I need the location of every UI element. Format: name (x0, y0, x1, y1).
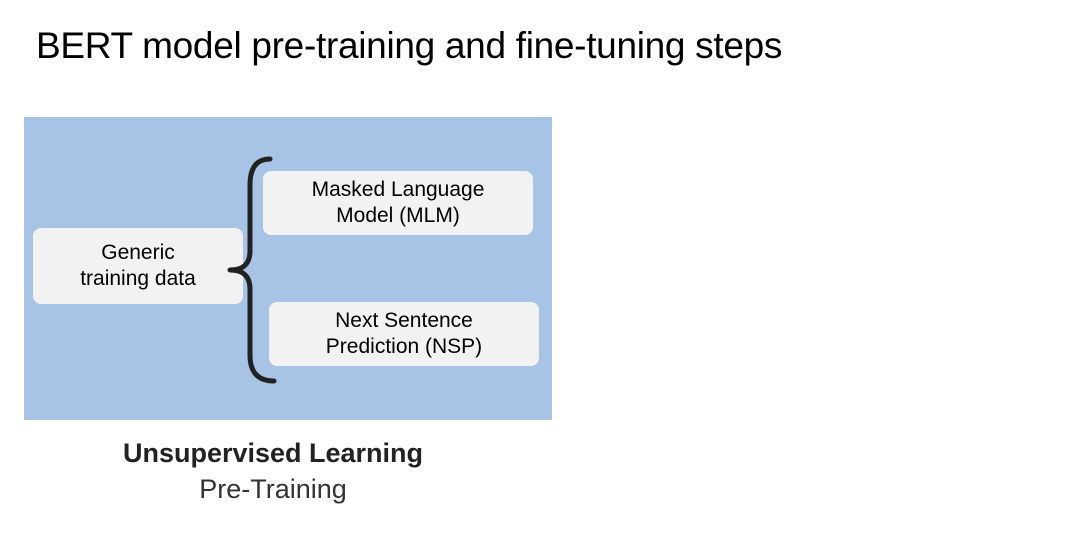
generic-box-line-1: Generic (101, 241, 175, 264)
generic-box-line-2: training data (80, 267, 196, 290)
nsp-line-2: Prediction (NSP) (325, 335, 483, 358)
caption-subheading: Pre-Training (199, 474, 347, 504)
mlm-task-box: Masked Language Model (MLM) (263, 171, 533, 235)
page-title: BERT model pre-training and fine-tuning … (36, 25, 783, 66)
generic-training-data-box: Generic training data (33, 228, 243, 304)
mlm-line-1: Masked Language (311, 178, 485, 201)
nsp-line-1: Next Sentence (335, 309, 473, 332)
mlm-line-2: Model (MLM) (336, 204, 460, 227)
pretraining-panel: Generic training data Masked Language Mo… (24, 117, 552, 420)
nsp-task-box: Next Sentence Prediction (NSP) (269, 302, 539, 366)
caption-heading: Unsupervised Learning (122, 438, 424, 468)
